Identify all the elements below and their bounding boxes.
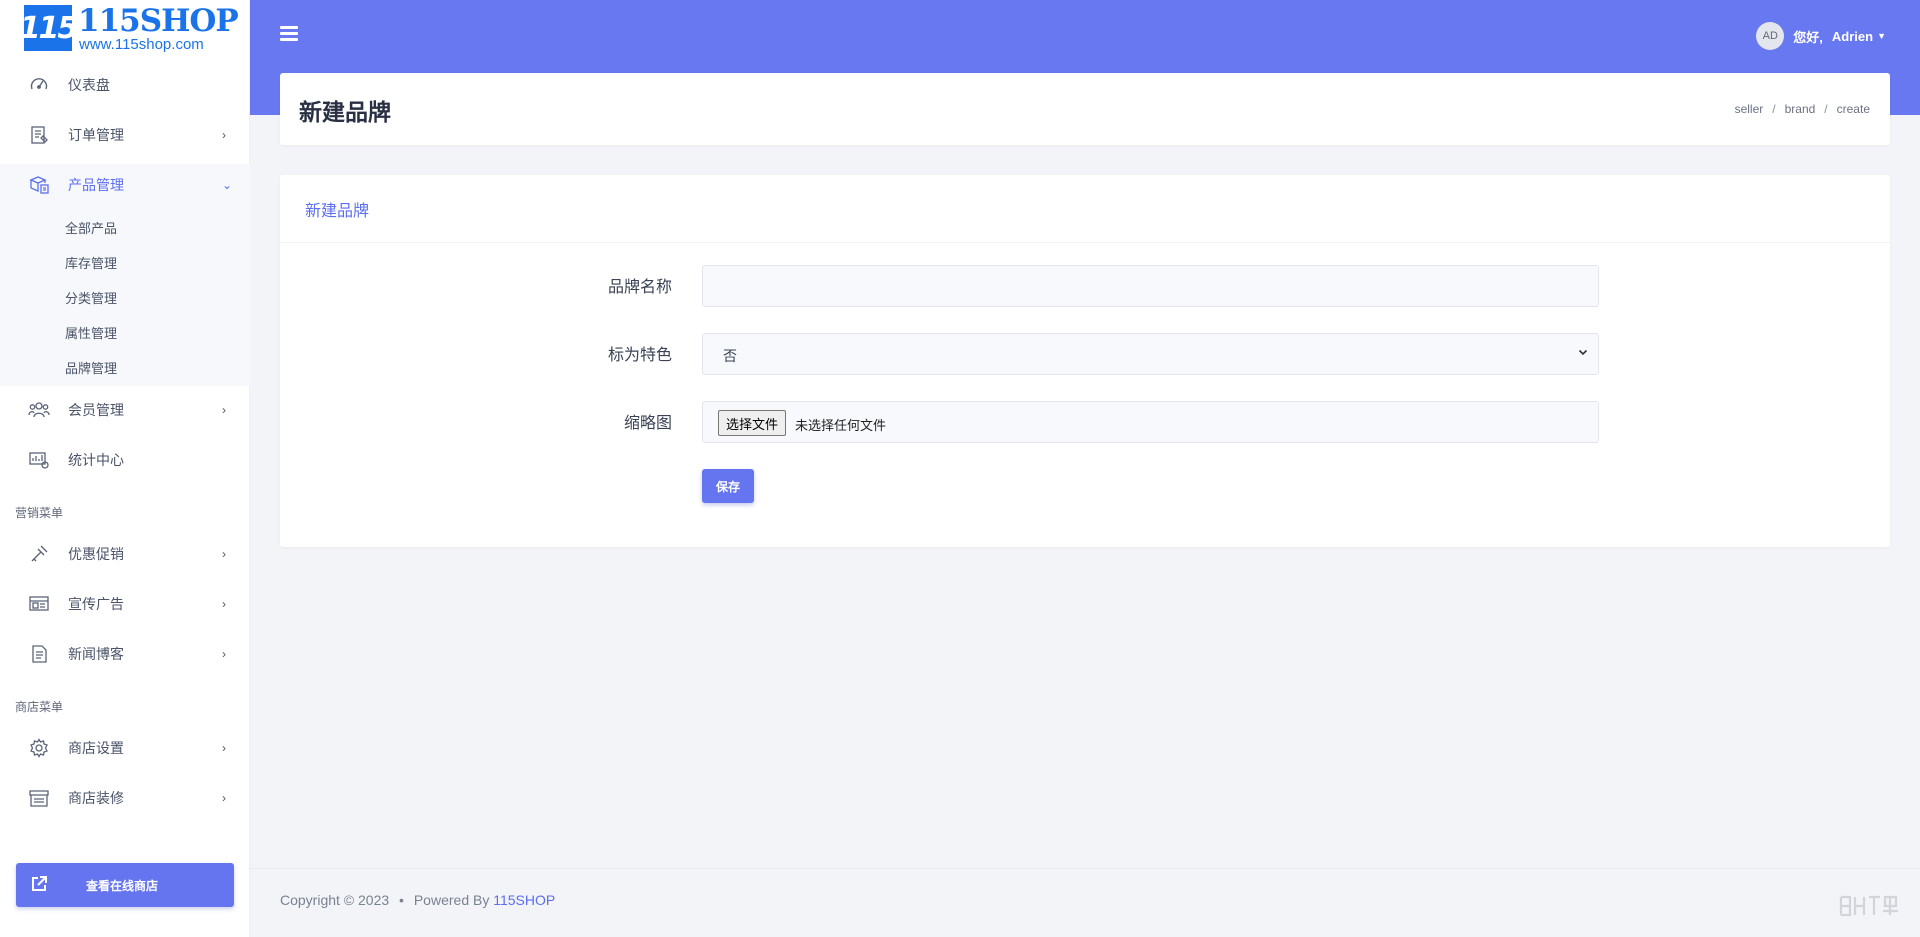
caret-down-icon: ▼ (1877, 31, 1886, 41)
chevron-right-icon: › (222, 597, 226, 611)
breadcrumb-separator: / (1824, 102, 1828, 116)
sidebar-item-label: 会员管理 (68, 402, 124, 418)
footer-text: Copyright © 2023 • Powered By 115SHOP (280, 892, 555, 908)
thumbnail-label: 缩略图 (623, 415, 672, 432)
section-label-shop: 商店菜单 (15, 700, 64, 714)
view-online-shop-button[interactable]: 查看在线商店 (16, 863, 234, 907)
chevron-right-icon: › (222, 647, 226, 661)
sidebar-item-dashboard[interactable]: 仪表盘 (0, 65, 250, 105)
breadcrumb: seller / brand / create (1735, 102, 1870, 116)
sidebar-item-label: 产品管理 (68, 177, 124, 193)
dashboard-icon (28, 74, 50, 96)
footer-dot: • (399, 892, 404, 908)
stats-icon (28, 449, 50, 471)
sidebar: 115 115SHOP www.115shop.com 仪表盘 订单管理 › 产… (0, 0, 250, 937)
form-header: 新建品牌 (280, 175, 1890, 243)
external-link-icon (30, 875, 50, 895)
logo-title: 115SHOP (78, 3, 239, 39)
chevron-right-icon: › (222, 128, 226, 142)
form-title: 新建品牌 (305, 203, 370, 220)
sidebar-item-products[interactable]: 产品管理 ⌄ (0, 165, 250, 205)
sidebar-item-label: 宣传广告 (68, 596, 124, 612)
file-status: 未选择任何文件 (795, 418, 887, 433)
featured-label: 标为特色 (607, 347, 672, 364)
avatar: AD (1756, 22, 1785, 50)
chevron-right-icon: › (222, 791, 226, 805)
sidebar-item-shop-decor[interactable]: 商店装修 › (0, 778, 250, 818)
members-icon (28, 399, 50, 421)
breadcrumb-item[interactable]: seller (1735, 102, 1764, 116)
save-button[interactable]: 保存 (702, 469, 754, 503)
username: Adrien (1831, 28, 1874, 44)
submenu-item-inventory[interactable]: 库存管理 (65, 253, 117, 272)
promotion-icon (28, 543, 50, 565)
user-menu[interactable]: AD 您好, Adrien ▼ (1756, 22, 1886, 50)
watermark-logo (1838, 893, 1900, 926)
breadcrumb-separator: / (1772, 102, 1776, 116)
blog-icon (28, 643, 50, 665)
featured-select[interactable]: 否 (702, 333, 1599, 375)
brand-name-label: 品牌名称 (607, 279, 672, 296)
section-label-marketing: 营销菜单 (15, 506, 64, 520)
sidebar-item-stats[interactable]: 统计中心 (0, 440, 250, 480)
sidebar-item-shop-settings[interactable]: 商店设置 › (0, 728, 250, 768)
sidebar-item-label: 新闻博客 (68, 646, 124, 662)
footer: Copyright © 2023 • Powered By 115SHOP (250, 868, 1920, 937)
submenu-item-all-products[interactable]: 全部产品 (65, 218, 117, 237)
sidebar-item-label: 订单管理 (68, 127, 124, 143)
view-online-shop-label: 查看在线商店 (86, 878, 159, 893)
ads-icon (28, 593, 50, 615)
thumbnail-file-input: 选择文件 未选择任何文件 (702, 401, 1599, 443)
logo-url: www.115shop.com (79, 36, 204, 53)
submenu-item-categories[interactable]: 分类管理 (65, 288, 117, 307)
footer-brand-link[interactable]: 115SHOP (493, 892, 555, 908)
copyright: Copyright © 2023 (280, 892, 390, 908)
chevron-right-icon: › (222, 547, 226, 561)
sidebar-item-label: 商店设置 (68, 740, 124, 756)
sidebar-item-ads[interactable]: 宣传广告 › (0, 584, 250, 624)
sidebar-item-label: 仪表盘 (68, 77, 110, 93)
powered-by: Powered By (413, 892, 490, 908)
featured-select-value: 否 (723, 348, 737, 364)
brand-name-input[interactable] (702, 265, 1599, 307)
sidebar-item-blog[interactable]: 新闻博客 › (0, 634, 250, 674)
page-header-card: 新建品牌 seller / brand / create (280, 73, 1890, 145)
sidebar-item-label: 统计中心 (68, 452, 124, 468)
submenu-item-brands[interactable]: 品牌管理 (65, 358, 117, 377)
orders-icon (28, 124, 50, 146)
logo[interactable]: 115 115SHOP www.115shop.com (20, 3, 239, 55)
choose-file-button[interactable]: 选择文件 (718, 410, 787, 436)
storefront-icon (28, 787, 50, 809)
logo-mark: 115 (20, 5, 78, 51)
sidebar-item-orders[interactable]: 订单管理 › (0, 115, 250, 155)
submenu-item-attributes[interactable]: 属性管理 (65, 323, 117, 342)
chevron-right-icon: › (222, 741, 226, 755)
sidebar-item-members[interactable]: 会员管理 › (0, 390, 250, 430)
chevron-down-icon (1578, 349, 1588, 356)
breadcrumb-item: create (1836, 102, 1870, 116)
breadcrumb-item[interactable]: brand (1785, 102, 1816, 116)
gear-icon (28, 737, 50, 759)
sidebar-item-promotions[interactable]: 优惠促销 › (0, 534, 250, 574)
greeting: 您好, (1793, 29, 1823, 45)
products-icon (28, 174, 50, 196)
menu-toggle-icon[interactable] (280, 26, 298, 42)
chevron-down-icon: ⌄ (222, 178, 233, 192)
chevron-right-icon: › (222, 403, 226, 417)
sidebar-item-label: 商店装修 (68, 790, 124, 806)
sidebar-item-label: 优惠促销 (68, 546, 124, 562)
page-title: 新建品牌 (299, 99, 391, 125)
brand-form-card: 新建品牌 品牌名称 标为特色 否 缩略图 选择文件 未选择任何文件 保存 (280, 175, 1890, 547)
